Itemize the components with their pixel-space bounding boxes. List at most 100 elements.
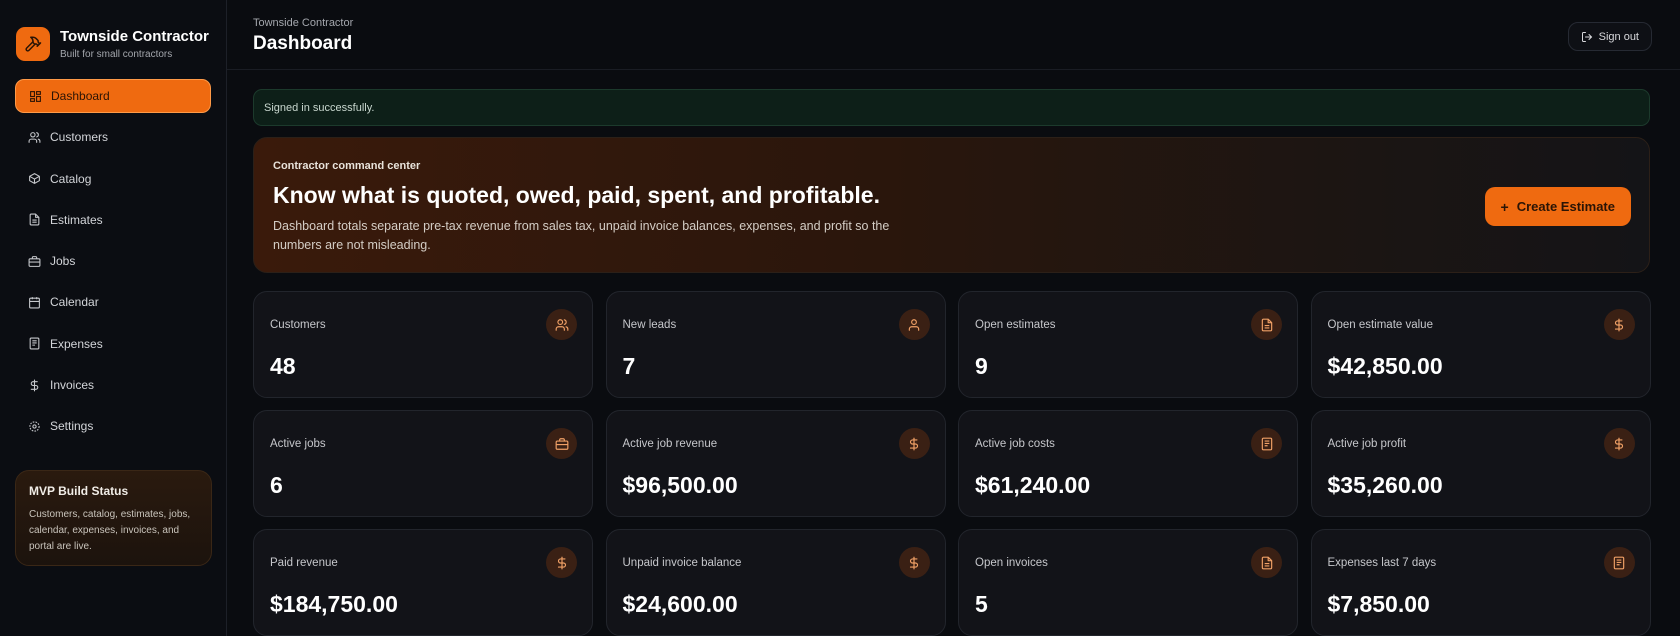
sidebar-item-customers[interactable]: Customers [15, 120, 211, 154]
hero-eyebrow: Contractor command center [273, 160, 421, 172]
page-title: Dashboard [253, 33, 353, 54]
hammer-icon [16, 27, 50, 61]
stat-card-open-estimates[interactable]: Open estimates 9 [958, 291, 1298, 398]
sidebar-item-label: Customers [50, 130, 109, 145]
calendar-icon [28, 296, 41, 309]
users-icon [546, 309, 577, 340]
stat-card-active-job-profit[interactable]: Active job profit $35,260.00 [1310, 410, 1651, 517]
package-icon [28, 172, 41, 185]
stat-label: Customers [270, 319, 326, 331]
stats-grid: Customers 48 New leads 7 Open estimates … [253, 291, 1651, 636]
receipt-icon [28, 337, 41, 350]
sidebar-item-label: Invoices [50, 378, 95, 393]
flash-message: Signed in successfully. [253, 89, 1650, 126]
stat-label: Active jobs [270, 438, 326, 450]
sidebar-item-label: Estimates [50, 212, 103, 227]
hero-description: Dashboard totals separate pre-tax revenu… [273, 219, 890, 252]
mvp-status-title: MVP Build Status [29, 484, 129, 498]
mvp-status-text: Customers, catalog, estimates, jobs, cal… [29, 509, 191, 552]
stat-label: Open invoices [975, 557, 1048, 569]
sidebar-item-label: Dashboard [51, 89, 110, 103]
sign-out-icon [1581, 31, 1592, 42]
stat-label: Expenses last 7 days [1327, 557, 1437, 569]
stat-value: $184,750.00 [270, 591, 398, 617]
stat-value: 6 [270, 472, 283, 498]
stat-label: Active job profit [1327, 438, 1407, 450]
stat-label: Open estimates [975, 319, 1056, 331]
stat-value: 9 [975, 353, 988, 379]
create-estimate-label: Create Estimate [1516, 199, 1615, 214]
dollar-icon [898, 428, 930, 459]
brand-name: Townside Contractor [60, 28, 209, 45]
stat-label: Open estimate value [1327, 319, 1433, 331]
hero-title: Know what is quoted, owed, paid, spent, … [273, 182, 880, 208]
gear-icon [28, 420, 41, 433]
stat-value: $42,850.00 [1327, 353, 1443, 379]
plus-icon: + [1500, 198, 1509, 215]
sidebar-item-label: Expenses [50, 336, 103, 351]
receipt-icon [1251, 428, 1282, 459]
briefcase-icon [28, 255, 41, 268]
brand-tagline: Built for small contractors [60, 49, 173, 60]
sidebar: Townside Contractor Built for small cont… [0, 0, 227, 636]
dollar-icon [1603, 428, 1635, 459]
stat-card-unpaid-invoice-balance[interactable]: Unpaid invoice balance $24,600.00 [605, 529, 946, 636]
sidebar-item-expenses[interactable]: Expenses [15, 327, 211, 361]
breadcrumb[interactable]: Townside Contractor [253, 17, 353, 29]
stat-card-open-estimate-value[interactable]: Open estimate value $42,850.00 [1310, 291, 1651, 398]
file-text-icon [1251, 309, 1282, 340]
brand[interactable]: Townside Contractor Built for small cont… [0, 0, 226, 70]
file-text-icon [28, 213, 41, 226]
stat-card-active-job-revenue[interactable]: Active job revenue $96,500.00 [605, 410, 946, 517]
stat-label: Active job costs [975, 438, 1055, 450]
receipt-icon [1603, 547, 1635, 578]
stat-value: 5 [975, 591, 988, 617]
stat-card-customers[interactable]: Customers 48 [253, 291, 593, 398]
stat-value: $35,260.00 [1327, 472, 1443, 498]
stat-card-active-jobs[interactable]: Active jobs 6 [253, 410, 593, 517]
mvp-status-card: MVP Build Status Customers, catalog, est… [15, 470, 212, 566]
stat-value: 48 [270, 353, 296, 379]
sidebar-item-calendar[interactable]: Calendar [15, 285, 211, 319]
user-icon [898, 309, 930, 340]
stat-label: Paid revenue [270, 557, 338, 569]
dollar-icon [898, 547, 930, 578]
sign-out-label: Sign out [1598, 30, 1639, 43]
app-shell: Townside Contractor Built for small cont… [0, 0, 1680, 636]
stat-label: Unpaid invoice balance [622, 557, 742, 569]
sidebar-item-dashboard[interactable]: Dashboard [15, 79, 211, 113]
stat-value: 7 [622, 353, 636, 379]
dollar-icon [546, 547, 577, 578]
sidebar-item-label: Calendar [50, 295, 99, 310]
users-icon [28, 131, 41, 144]
stat-card-open-invoices[interactable]: Open invoices 5 [958, 529, 1298, 636]
file-text-icon [1251, 547, 1282, 578]
dollar-icon [28, 379, 41, 392]
stat-label: New leads [622, 319, 677, 331]
sidebar-item-estimates[interactable]: Estimates [15, 203, 211, 237]
stat-card-expenses-last-7-days[interactable]: Expenses last 7 days $7,850.00 [1310, 529, 1651, 636]
stat-card-paid-revenue[interactable]: Paid revenue $184,750.00 [253, 529, 593, 636]
stat-value: $96,500.00 [622, 472, 738, 498]
sidebar-nav: Dashboard Customers Catalog Estimates Jo… [0, 79, 226, 443]
stat-value: $24,600.00 [622, 591, 738, 617]
stat-value: $7,850.00 [1327, 591, 1430, 617]
dollar-icon [1603, 309, 1635, 340]
briefcase-icon [546, 428, 577, 459]
topbar: Townside Contractor Dashboard Sign out [227, 0, 1680, 70]
sidebar-item-settings[interactable]: Settings [15, 409, 211, 443]
dashboard-icon [29, 90, 42, 103]
stat-value: $61,240.00 [975, 472, 1091, 498]
stat-label: Active job revenue [622, 438, 718, 450]
sign-out-button[interactable]: Sign out [1567, 22, 1652, 51]
sidebar-item-invoices[interactable]: Invoices [15, 368, 211, 402]
sidebar-item-label: Jobs [50, 254, 76, 269]
sidebar-item-jobs[interactable]: Jobs [15, 244, 211, 278]
sidebar-item-label: Catalog [50, 171, 92, 186]
stat-card-new-leads[interactable]: New leads 7 [605, 291, 946, 398]
sidebar-item-label: Settings [50, 419, 94, 434]
stat-card-active-job-costs[interactable]: Active job costs $61,240.00 [958, 410, 1298, 517]
sidebar-item-catalog[interactable]: Catalog [15, 162, 211, 196]
main-content: Townside Contractor Dashboard Sign out S… [227, 0, 1680, 636]
create-estimate-button[interactable]: + Create Estimate [1484, 187, 1631, 226]
